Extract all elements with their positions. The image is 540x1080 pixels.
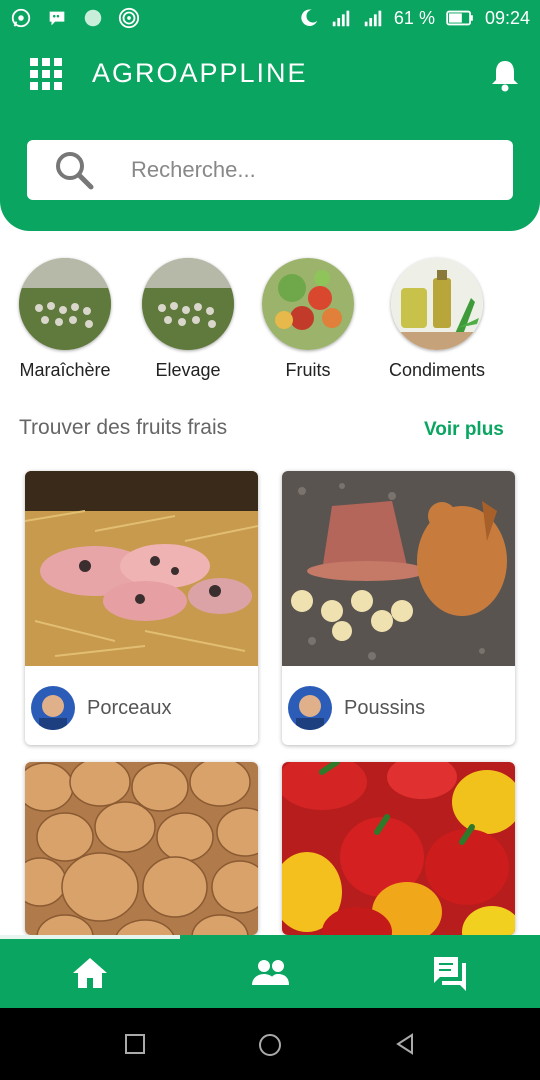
bottom-navigation [0, 935, 540, 1008]
category-elevage[interactable]: Elevage [123, 258, 253, 381]
battery-level: 61 % [393, 7, 435, 28]
category-label: Elevage [155, 360, 221, 380]
system-navigation-bar [0, 1008, 540, 1080]
status-bar: 61 % 09:24 [0, 0, 540, 36]
battery-icon [446, 10, 473, 26]
recent-apps-icon[interactable] [124, 1033, 146, 1055]
card-footer: Porceaux [25, 671, 258, 745]
category-image [19, 258, 111, 350]
chat-icon[interactable] [430, 953, 470, 993]
product-card-oignons[interactable] [25, 762, 258, 935]
search-icon [56, 152, 94, 190]
hotspot-icon [118, 7, 140, 29]
nav-active-indicator [0, 935, 180, 939]
category-label: Fruits [285, 360, 331, 380]
home-icon[interactable] [70, 953, 110, 993]
card-footer: Poussins [282, 671, 515, 745]
app-title: AGROAPPLINE [92, 58, 308, 88]
product-card-poussins[interactable]: Poussins [282, 471, 515, 745]
category-image [142, 258, 234, 350]
voir-plus-link[interactable]: Voir plus [424, 419, 504, 441]
bell-icon[interactable] [490, 58, 520, 92]
product-card-porceaux[interactable]: Porceaux [25, 471, 258, 745]
product-image [25, 762, 258, 935]
category-image [262, 258, 354, 350]
whatsapp-icon [11, 8, 31, 28]
app-header: AGROAPPLINE Recherche... [0, 36, 540, 231]
product-card-poivrons[interactable] [282, 762, 515, 935]
circle-icon [84, 9, 102, 27]
category-fruits[interactable]: Fruits [243, 258, 373, 381]
moon-icon [301, 9, 318, 26]
product-name: Poussins [344, 696, 426, 719]
people-icon[interactable] [250, 953, 290, 993]
category-condiments[interactable]: Condiments [372, 258, 502, 381]
clock: 09:24 [484, 7, 530, 28]
signal-icon [364, 10, 382, 27]
category-maraichere[interactable]: Maraîchère [0, 258, 130, 381]
apps-grid-icon[interactable] [30, 58, 62, 90]
category-label: Maraîchère [19, 360, 111, 380]
product-name: Porceaux [87, 696, 172, 719]
product-image [282, 471, 515, 666]
search-input[interactable]: Recherche... [131, 157, 256, 183]
category-list: Maraîchère Elevage Fruits Condiments [0, 258, 540, 388]
product-image [25, 471, 258, 666]
home-circle-icon[interactable] [258, 1033, 282, 1057]
category-image [391, 258, 483, 350]
message-icon [49, 11, 65, 26]
section-title: Trouver des fruits frais [19, 416, 228, 439]
search-bar[interactable]: Recherche... [27, 140, 513, 200]
avatar [288, 686, 332, 730]
back-icon[interactable] [394, 1033, 416, 1055]
category-label: Condiments [388, 360, 486, 380]
avatar [31, 686, 75, 730]
signal-icon [332, 10, 350, 27]
product-image [282, 762, 515, 935]
